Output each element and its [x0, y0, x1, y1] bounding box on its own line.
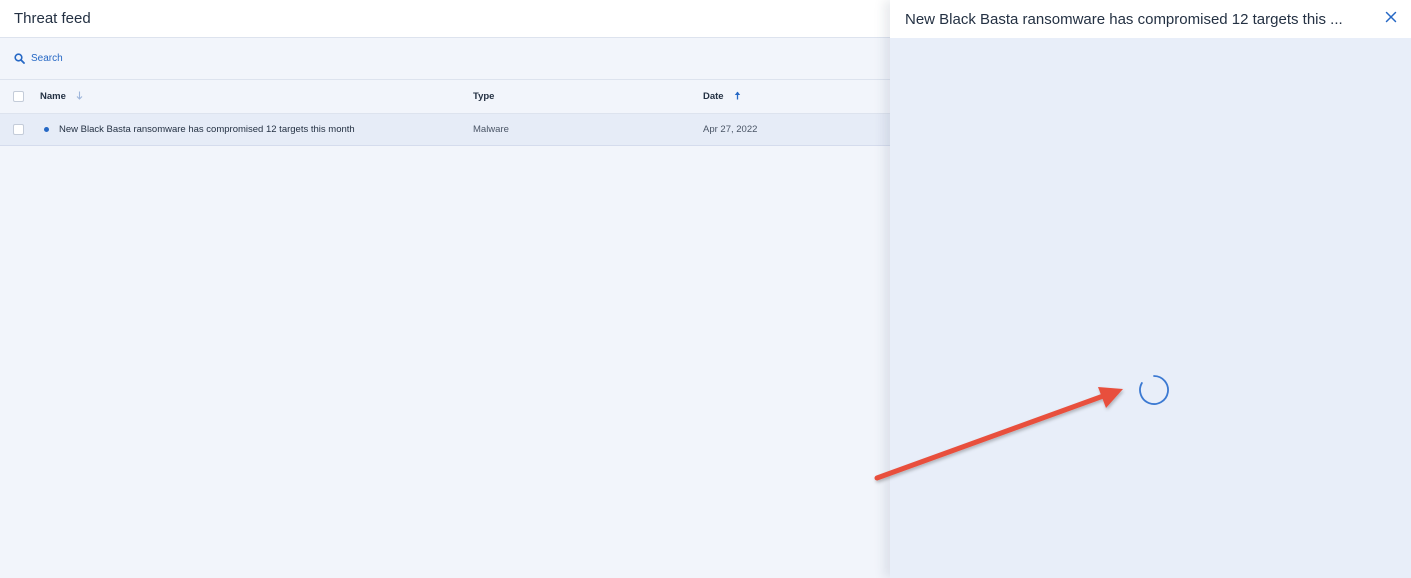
table-row[interactable]: New Black Basta ransomware has compromis…: [0, 114, 890, 146]
threat-feed-panel: Threat feed Search Name Type Date New Bl…: [0, 0, 890, 578]
search-button[interactable]: Search: [14, 53, 63, 64]
page-title: Threat feed: [14, 10, 91, 27]
select-all-checkbox[interactable]: [13, 91, 24, 102]
column-date-label: Date: [703, 91, 724, 102]
column-type-label: Type: [473, 91, 495, 102]
column-header-name[interactable]: Name: [40, 80, 83, 113]
threat-detail-panel: New Black Basta ransomware has compromis…: [890, 0, 1411, 578]
spinner-icon: [1137, 373, 1171, 407]
close-button[interactable]: [1379, 7, 1403, 31]
row-type: Malware: [473, 124, 509, 135]
column-header-type[interactable]: Type: [473, 80, 494, 113]
detail-title: New Black Basta ransomware has compromis…: [905, 10, 1343, 28]
toolbar: Search: [0, 38, 890, 80]
arrow-down-icon: [76, 91, 83, 103]
row-select-cell: [13, 114, 24, 145]
row-name-cell: New Black Basta ransomware has compromis…: [44, 114, 355, 145]
column-name-label: Name: [40, 91, 66, 102]
close-icon: [1385, 10, 1397, 28]
row-checkbox[interactable]: [13, 124, 24, 135]
detail-header: New Black Basta ransomware has compromis…: [890, 0, 1411, 38]
row-type-cell: Malware: [473, 114, 509, 145]
unread-indicator: [44, 127, 49, 132]
page-header: Threat feed: [0, 0, 890, 38]
search-label: Search: [31, 53, 63, 64]
select-all-cell: [13, 80, 24, 113]
arrow-up-icon: [734, 91, 741, 103]
row-name: New Black Basta ransomware has compromis…: [59, 124, 355, 135]
row-date-cell: Apr 27, 2022: [703, 114, 757, 145]
row-date: Apr 27, 2022: [703, 124, 758, 135]
column-header-date[interactable]: Date: [703, 80, 741, 113]
search-icon: [14, 53, 25, 64]
app-window: Threat feed Search Name Type Date New Bl…: [0, 0, 1411, 578]
table-header: Name Type Date: [0, 80, 890, 114]
